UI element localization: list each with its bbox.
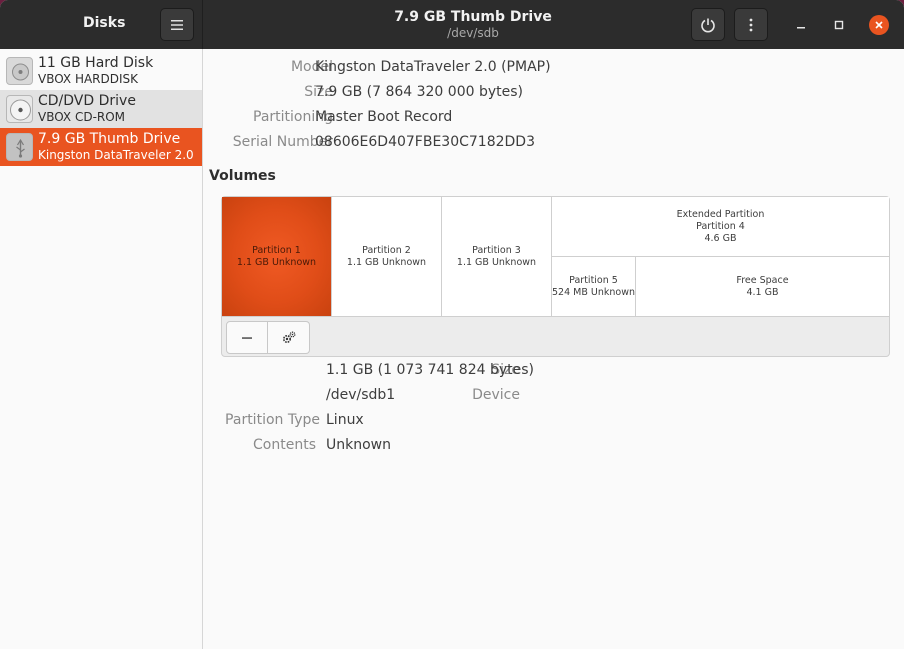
minus-icon <box>242 336 252 339</box>
disk-model: Kingston DataTraveler 2.0 <box>38 148 194 162</box>
volume-map: Partition 1 1.1 GB Unknown Partition 2 1… <box>222 197 889 317</box>
contents-label: Contents <box>253 437 316 453</box>
partition-sub: Partition 4 <box>696 220 745 232</box>
optical-drive-icon <box>6 95 33 123</box>
close-icon <box>875 21 883 29</box>
usb-drive-icon <box>6 133 33 161</box>
window-subtitle: /dev/sdb <box>447 26 499 40</box>
partition-name: Partition 2 <box>362 244 411 256</box>
harddisk-icon <box>6 57 33 85</box>
disk-name: 7.9 GB Thumb Drive <box>38 131 181 147</box>
header-bar: Disks 7.9 GB Thumb Drive /dev/sdb <box>0 0 904 49</box>
volumes-frame: Partition 1 1.1 GB Unknown Partition 2 1… <box>221 196 890 357</box>
close-button[interactable] <box>869 15 889 35</box>
maximize-button[interactable] <box>829 15 849 35</box>
power-icon <box>701 18 715 32</box>
partition-detail: 4.1 GB <box>746 286 779 298</box>
volume-toolbar <box>226 321 310 354</box>
main-menu-button[interactable] <box>160 8 194 41</box>
drive-options-button[interactable] <box>734 8 768 41</box>
partition-detail: 4.6 GB <box>704 232 737 244</box>
free-space-block[interactable]: Free Space 4.1 GB <box>636 257 889 316</box>
hamburger-icon <box>171 19 183 30</box>
partition-type-value: Linux <box>326 412 364 428</box>
app-title: Disks <box>83 15 126 31</box>
window-title: 7.9 GB Thumb Drive <box>394 9 552 25</box>
device-value: /dev/sdb1 <box>326 387 396 403</box>
partition-name: Partition 5 <box>569 274 618 286</box>
partition-detail: 1.1 GB Unknown <box>456 256 537 268</box>
partition-size-value: 1.1 GB (1 073 741 824 bytes) <box>326 362 534 378</box>
sidebar-item-cd-dvd-drive[interactable]: CD/DVD Drive VBOX CD-ROM <box>0 90 202 128</box>
partition-name: Extended Partition <box>676 208 765 220</box>
sidebar-item-thumb-drive[interactable]: 7.9 GB Thumb Drive Kingston DataTraveler… <box>0 128 202 166</box>
maximize-icon <box>834 20 844 30</box>
partition-name: Partition 1 <box>252 244 301 256</box>
gears-icon <box>282 331 295 343</box>
delete-partition-button[interactable] <box>226 321 268 354</box>
extended-partition-block[interactable]: Extended Partition Partition 4 4.6 GB <box>552 197 889 257</box>
size-value: 7.9 GB (7 864 320 000 bytes) <box>315 84 523 100</box>
partition-2-block[interactable]: Partition 2 1.1 GB Unknown <box>332 197 442 316</box>
minimize-icon <box>797 27 805 29</box>
model-value: Kingston DataTraveler 2.0 (PMAP) <box>315 59 551 75</box>
sidebar-header: Disks <box>0 0 203 49</box>
partition-detail: 1.1 GB Unknown <box>346 256 427 268</box>
partition-detail: 1.1 GB Unknown <box>236 256 317 268</box>
disk-name: 11 GB Hard Disk <box>38 55 154 71</box>
partition-type-label: Partition Type <box>225 412 320 428</box>
power-off-button[interactable] <box>691 8 725 41</box>
serial-number-value: 08606E6D407FBE30C7182DD3 <box>315 134 535 150</box>
partition-detail: 524 MB Unknown <box>552 286 635 298</box>
disk-list-sidebar: 11 GB Hard Disk VBOX HARDDISK CD/DVD Dri… <box>0 49 203 649</box>
partitioning-value: Master Boot Record <box>315 109 453 125</box>
partition-name: Free Space <box>736 274 789 286</box>
partition-settings-button[interactable] <box>268 321 310 354</box>
device-label: Device <box>472 387 520 403</box>
sidebar-item-hard-disk[interactable]: 11 GB Hard Disk VBOX HARDDISK <box>0 52 202 90</box>
minimize-button[interactable] <box>791 15 811 35</box>
partition-name: Partition 3 <box>472 244 521 256</box>
vertical-dots-icon <box>749 18 753 31</box>
disk-name: CD/DVD Drive <box>38 93 136 109</box>
partition-1-block[interactable]: Partition 1 1.1 GB Unknown <box>222 197 332 316</box>
contents-value: Unknown <box>326 437 391 453</box>
partition-3-block[interactable]: Partition 3 1.1 GB Unknown <box>442 197 552 316</box>
disk-model: VBOX HARDDISK <box>38 72 139 86</box>
partition-5-block[interactable]: Partition 5 524 MB Unknown <box>552 257 636 316</box>
volumes-heading: Volumes <box>209 168 276 184</box>
disks-window: Disks 7.9 GB Thumb Drive /dev/sdb 11 GB … <box>0 0 904 649</box>
drive-details-panel: Model Kingston DataTraveler 2.0 (PMAP) S… <box>204 49 904 649</box>
disk-model: VBOX CD-ROM <box>38 110 126 124</box>
